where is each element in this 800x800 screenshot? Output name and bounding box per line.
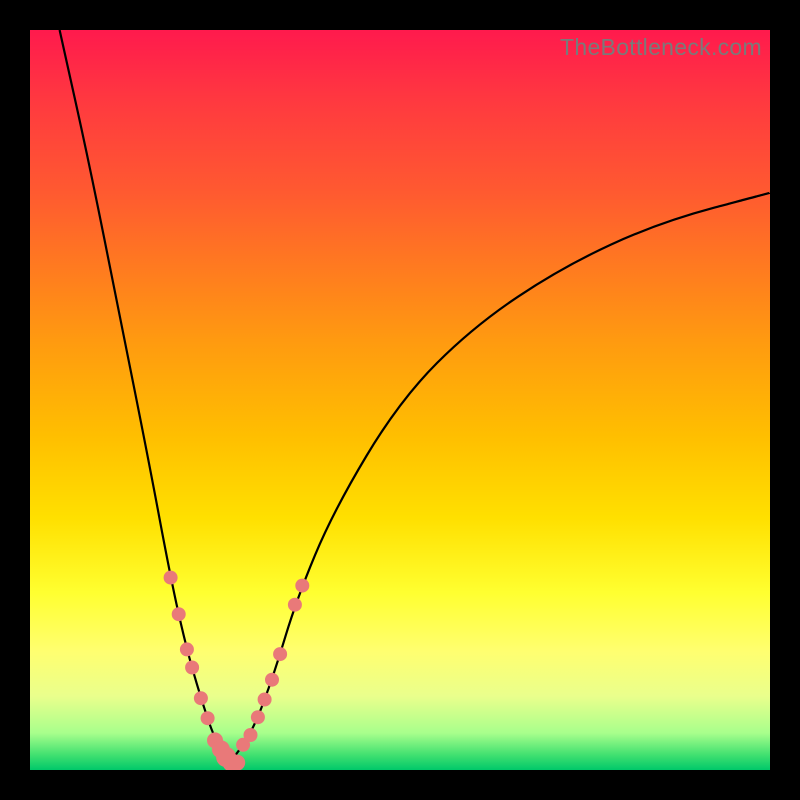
bead-marker [251,710,265,724]
bead-marker [244,728,258,742]
bead-marker [201,711,215,725]
chart-frame: TheBottleneck.com [0,0,800,800]
plot-area: TheBottleneck.com [30,30,770,770]
chart-svg [30,30,770,770]
bead-marker [273,647,287,661]
bead-marker [164,571,178,585]
bead-marker [265,673,279,687]
bead-marker [180,642,194,656]
bead-marker [288,598,302,612]
left-branch-curve [60,30,230,763]
curve-group [60,30,770,763]
bead-marker [185,661,199,675]
bead-marker [229,755,245,770]
bead-marker [172,607,186,621]
bead-group [164,571,310,770]
bead-marker [295,579,309,593]
bead-marker [194,691,208,705]
bead-marker [258,693,272,707]
right-branch-curve [230,193,770,763]
